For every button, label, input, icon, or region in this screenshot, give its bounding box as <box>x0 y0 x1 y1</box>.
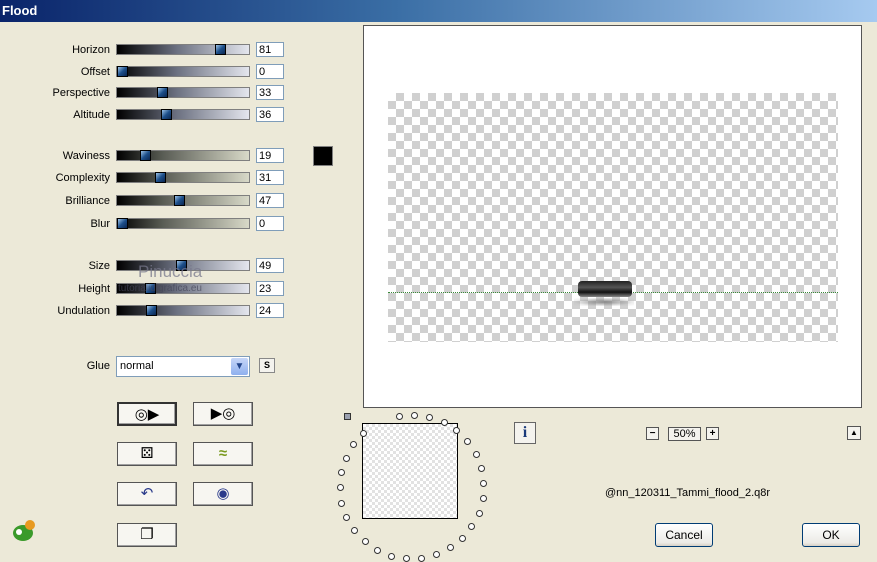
waviness-value[interactable] <box>256 148 284 163</box>
waviness-slider[interactable] <box>116 150 250 161</box>
info-button[interactable]: i <box>514 422 536 444</box>
wave-button[interactable]: ≈ <box>193 442 253 466</box>
copy-button[interactable]: ❐ <box>117 523 177 547</box>
navigator-ring-dot[interactable] <box>453 427 461 435</box>
undulation-label: Undulation <box>57 305 110 317</box>
height-value[interactable] <box>256 281 284 296</box>
slider-thumb[interactable] <box>160 109 172 120</box>
navigator-ring-dot[interactable] <box>478 464 486 472</box>
navigator-ring-dot[interactable] <box>374 546 382 554</box>
slider-thumb[interactable] <box>215 44 226 55</box>
navigator-ring-dot[interactable] <box>343 513 351 521</box>
navigator-ring-dot[interactable] <box>337 469 345 477</box>
navigator-ring-dot[interactable] <box>361 538 369 546</box>
navigator-ring-dot[interactable] <box>336 484 344 492</box>
navigator-ring-dot[interactable] <box>480 479 488 487</box>
undo-button[interactable]: ↶ <box>117 482 177 506</box>
glue-select[interactable]: normal ▼ <box>116 356 250 377</box>
blur-label: Blur <box>90 218 110 230</box>
randomize-back-button[interactable]: ◎▶ <box>117 402 177 426</box>
slider-thumb[interactable] <box>146 305 158 316</box>
height-label: Height <box>78 283 110 295</box>
chevron-down-icon[interactable]: ▼ <box>231 358 248 375</box>
navigator-ring-dot[interactable] <box>403 555 411 562</box>
altitude-slider[interactable] <box>116 109 250 120</box>
navigator-ring-dot[interactable] <box>464 437 472 445</box>
navigator-ring-dot[interactable] <box>395 412 403 420</box>
navigator-ring-dot[interactable] <box>472 450 480 458</box>
color-swatch[interactable] <box>313 146 333 166</box>
slider-thumb[interactable] <box>173 195 185 206</box>
navigator-ring-dot[interactable] <box>446 544 454 552</box>
blur-value[interactable] <box>256 216 284 231</box>
slider-thumb[interactable] <box>117 66 128 77</box>
cancel-button[interactable]: Cancel <box>655 523 713 547</box>
navigator-ring-dot[interactable] <box>388 552 396 560</box>
zoom-out-button[interactable]: − <box>646 427 659 440</box>
navigator-ring-dot[interactable] <box>342 454 350 462</box>
navigator-ring-dot[interactable] <box>433 551 441 559</box>
navigator-ring-dot[interactable] <box>418 554 426 562</box>
ok-button[interactable]: OK <box>802 523 860 547</box>
slider-thumb[interactable] <box>117 218 128 229</box>
navigator-ring-dot[interactable] <box>350 441 358 449</box>
horizon-value[interactable] <box>256 42 284 57</box>
perspective-label: Perspective <box>52 87 110 99</box>
waviness-label: Waviness <box>62 150 110 162</box>
window-title: Flood <box>2 3 38 18</box>
collapse-up-button[interactable]: ▲ <box>847 426 861 440</box>
app-logo-icon <box>13 520 35 541</box>
offset-value[interactable] <box>256 64 284 79</box>
zoom-value: 50% <box>668 427 701 441</box>
dice-button[interactable]: ⚄ <box>117 442 177 466</box>
watermark-site: tutorialidigrafica.eu <box>118 283 202 294</box>
perspective-slider[interactable] <box>116 87 250 98</box>
flood-reflection <box>574 298 634 306</box>
slider-thumb[interactable] <box>154 172 166 183</box>
title-bar: Flood <box>0 0 877 22</box>
altitude-label: Altitude <box>73 109 110 121</box>
preview-canvas[interactable] <box>363 25 862 408</box>
horizon-label: Horizon <box>72 44 110 56</box>
slider-thumb[interactable] <box>139 150 151 161</box>
navigator-thumbnail[interactable] <box>362 423 458 519</box>
slider-thumb[interactable] <box>156 87 168 98</box>
brilliance-value[interactable] <box>256 193 284 208</box>
size-value[interactable] <box>256 258 284 273</box>
size-label: Size <box>88 260 110 272</box>
complexity-value[interactable] <box>256 170 284 185</box>
navigator-ring-dot[interactable] <box>475 509 483 517</box>
navigator-ring-dot[interactable] <box>479 495 487 503</box>
undulation-value[interactable] <box>256 303 284 318</box>
glue-label: Glue <box>86 360 110 372</box>
navigator-ring-dot[interactable] <box>468 523 476 531</box>
altitude-value[interactable] <box>256 107 284 122</box>
brilliance-label: Brilliance <box>65 195 110 207</box>
watermark-name: Pinuccia <box>138 262 203 281</box>
complexity-slider[interactable] <box>116 172 250 183</box>
navigator-ring-dot[interactable] <box>411 411 419 419</box>
navigator-ring-dot[interactable] <box>426 413 434 421</box>
navigator-handle[interactable] <box>344 413 351 420</box>
reset-button[interactable]: ◉ <box>193 482 253 506</box>
complexity-label: Complexity <box>55 172 110 184</box>
preset-filename: @nn_120311_Tammi_flood_2.q8r <box>605 487 771 499</box>
zoom-in-button[interactable]: + <box>706 427 719 440</box>
brilliance-slider[interactable] <box>116 195 250 206</box>
perspective-value[interactable] <box>256 85 284 100</box>
blur-slider[interactable] <box>116 218 250 229</box>
glue-value: normal <box>120 360 154 372</box>
navigator-ring-dot[interactable] <box>458 535 466 543</box>
offset-label: Offset <box>80 66 110 78</box>
navigator-ring-dot[interactable] <box>440 419 448 427</box>
undulation-slider[interactable] <box>116 305 250 316</box>
glue-side-button[interactable]: S <box>259 358 275 373</box>
flood-render <box>578 281 632 297</box>
navigator-ring-dot[interactable] <box>351 526 359 534</box>
navigator-ring-dot[interactable] <box>338 499 346 507</box>
offset-slider[interactable] <box>116 66 250 77</box>
horizon-slider[interactable] <box>116 44 250 55</box>
randomize-forward-button[interactable]: ▶◎ <box>193 402 253 426</box>
transparency-grid <box>388 93 838 342</box>
